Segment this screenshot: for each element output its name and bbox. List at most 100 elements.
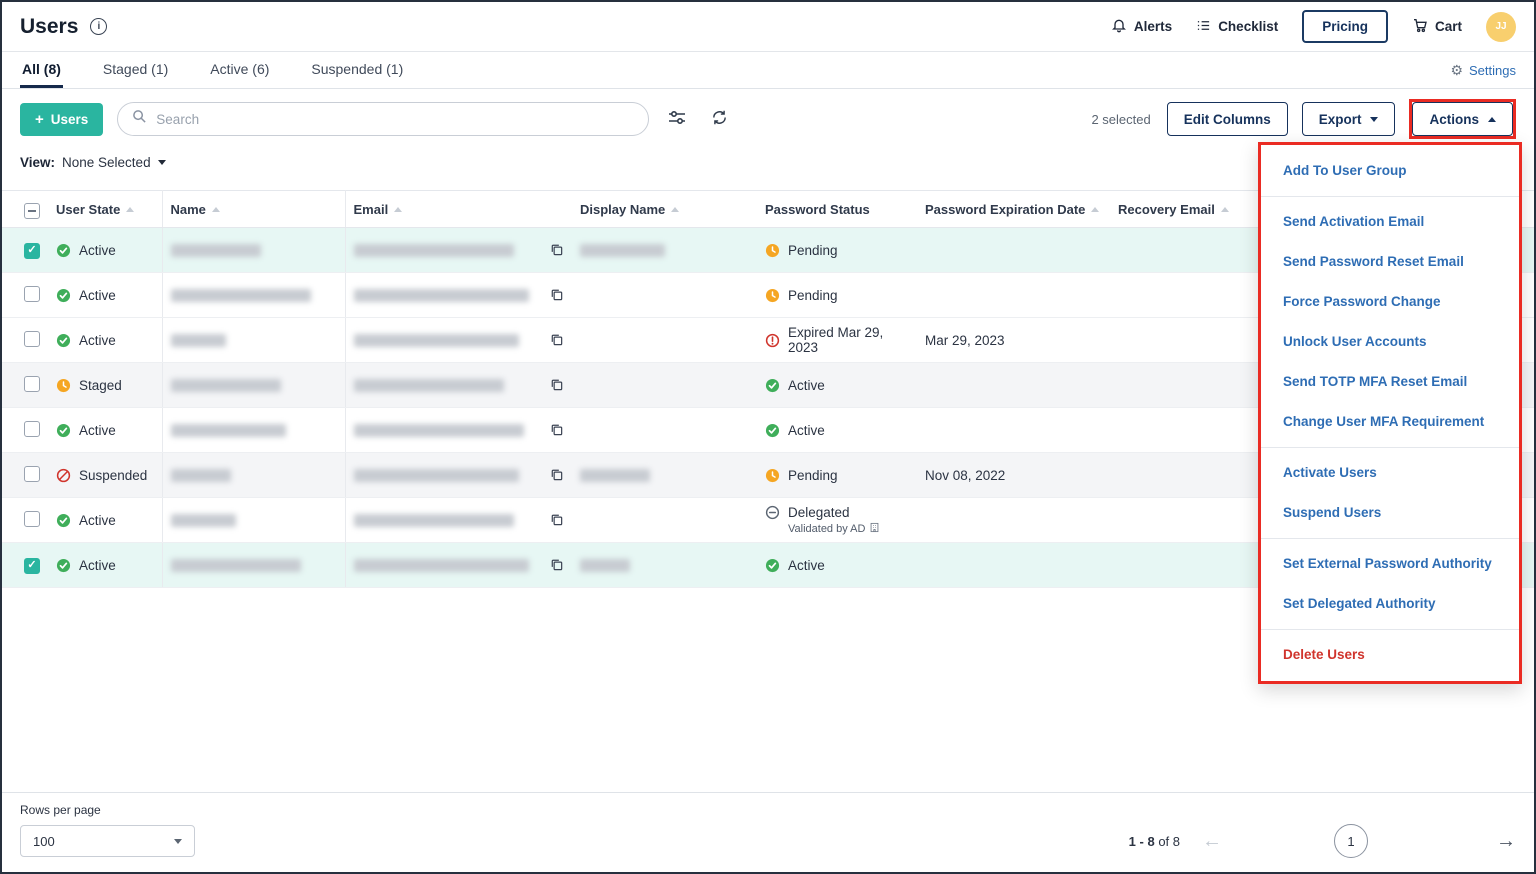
copy-icon[interactable] bbox=[546, 285, 566, 305]
pagination: 1 - 8 of 8 ← 1 → bbox=[1129, 824, 1516, 858]
row-checkbox[interactable] bbox=[24, 331, 40, 347]
password-status-label: Active bbox=[788, 558, 825, 573]
column-header[interactable]: User State bbox=[48, 191, 162, 228]
actions-menu-item[interactable]: Change User MFA Requirement bbox=[1261, 402, 1519, 442]
redacted-email bbox=[354, 469, 519, 482]
actions-menu-item[interactable]: Unlock User Accounts bbox=[1261, 322, 1519, 362]
refresh-button[interactable] bbox=[705, 105, 733, 133]
tab-active[interactable]: Active (6) bbox=[208, 52, 271, 88]
current-page-indicator[interactable]: 1 bbox=[1334, 824, 1368, 858]
tab-suspended[interactable]: Suspended (1) bbox=[309, 52, 405, 88]
password-status-subtext: Validated by AD bbox=[788, 522, 909, 536]
filter-sliders-icon bbox=[668, 110, 686, 129]
row-checkbox[interactable] bbox=[24, 511, 40, 527]
select-all-checkbox[interactable] bbox=[24, 203, 40, 219]
sort-caret-icon bbox=[394, 207, 402, 212]
actions-menu-item[interactable]: Activate Users bbox=[1261, 453, 1519, 493]
active-status-icon bbox=[765, 423, 780, 438]
row-checkbox[interactable] bbox=[24, 286, 40, 302]
expired-status-icon bbox=[765, 333, 780, 348]
redacted-name bbox=[171, 379, 281, 392]
cart-icon bbox=[1412, 17, 1428, 36]
actions-button-annotation: Actions bbox=[1409, 99, 1516, 139]
row-checkbox[interactable] bbox=[24, 376, 40, 392]
actions-menu-item[interactable]: Send TOTP MFA Reset Email bbox=[1261, 362, 1519, 402]
alerts-label: Alerts bbox=[1134, 19, 1172, 34]
checklist-icon bbox=[1196, 18, 1211, 36]
actions-menu-item[interactable]: Delete Users bbox=[1261, 635, 1519, 675]
checklist-button[interactable]: Checklist bbox=[1196, 18, 1278, 36]
tab-staged[interactable]: Staged (1) bbox=[101, 52, 170, 88]
row-checkbox[interactable] bbox=[24, 558, 40, 574]
search-input[interactable] bbox=[156, 112, 634, 127]
prev-page-button[interactable]: ← bbox=[1202, 831, 1222, 851]
actions-menu-item[interactable]: Set External Password Authority bbox=[1261, 544, 1519, 584]
actions-menu-item[interactable]: Suspend Users bbox=[1261, 493, 1519, 533]
menu-divider bbox=[1261, 629, 1519, 630]
copy-icon[interactable] bbox=[546, 375, 566, 395]
pricing-button[interactable]: Pricing bbox=[1302, 10, 1388, 43]
view-value[interactable]: None Selected bbox=[62, 155, 151, 170]
add-users-button[interactable]: + Users bbox=[20, 103, 103, 136]
redacted-display-name bbox=[580, 469, 650, 482]
top-nav: Alerts Checklist Pricing Cart JJ bbox=[1111, 10, 1516, 43]
filter-button[interactable] bbox=[663, 105, 691, 133]
copy-icon[interactable] bbox=[546, 555, 566, 575]
avatar[interactable]: JJ bbox=[1486, 12, 1516, 42]
settings-label: Settings bbox=[1469, 63, 1516, 78]
sort-caret-icon bbox=[671, 207, 679, 212]
row-checkbox[interactable] bbox=[24, 421, 40, 437]
column-header-label: Password Expiration Date bbox=[925, 202, 1085, 217]
chevron-down-icon bbox=[1370, 117, 1378, 122]
redacted-email bbox=[354, 244, 514, 257]
rows-per-page-select[interactable]: 100 bbox=[20, 825, 195, 857]
column-header-label: User State bbox=[56, 202, 120, 217]
cart-button[interactable]: Cart bbox=[1412, 17, 1462, 36]
edit-columns-label: Edit Columns bbox=[1184, 112, 1271, 127]
column-header[interactable]: Password Status bbox=[757, 191, 917, 228]
actions-button[interactable]: Actions bbox=[1412, 102, 1513, 136]
export-label: Export bbox=[1319, 112, 1362, 127]
gear-icon: ⚙ bbox=[1450, 62, 1463, 79]
column-header[interactable]: Name bbox=[162, 191, 345, 228]
info-icon[interactable]: i bbox=[90, 18, 107, 35]
plus-icon: + bbox=[35, 112, 44, 127]
actions-label: Actions bbox=[1429, 112, 1479, 127]
chevron-down-icon[interactable] bbox=[158, 160, 166, 165]
actions-menu-item[interactable]: Send Activation Email bbox=[1261, 202, 1519, 242]
pending-status-icon bbox=[765, 468, 780, 483]
search-box[interactable] bbox=[117, 102, 649, 136]
actions-menu-item[interactable]: Add To User Group bbox=[1261, 151, 1519, 191]
column-header[interactable]: Password Expiration Date bbox=[917, 191, 1110, 228]
password-status-label: Active bbox=[788, 423, 825, 438]
column-header[interactable]: Email bbox=[345, 191, 538, 228]
copy-icon[interactable] bbox=[546, 510, 566, 530]
actions-menu-item[interactable]: Send Password Reset Email bbox=[1261, 242, 1519, 282]
copy-icon[interactable] bbox=[546, 420, 566, 440]
search-icon bbox=[132, 109, 147, 129]
column-header-label: Recovery Email bbox=[1118, 202, 1215, 217]
actions-menu-item[interactable]: Set Delegated Authority bbox=[1261, 584, 1519, 624]
export-button[interactable]: Export bbox=[1302, 102, 1396, 136]
tab-all[interactable]: All (8) bbox=[20, 52, 63, 88]
pending-status-icon bbox=[765, 288, 780, 303]
add-users-label: Users bbox=[51, 112, 89, 127]
column-header[interactable]: Display Name bbox=[572, 191, 757, 228]
user-state-label: Active bbox=[79, 243, 116, 258]
password-status-label: Active bbox=[788, 378, 825, 393]
next-page-button[interactable]: → bbox=[1496, 831, 1516, 851]
password-status-label: Pending bbox=[788, 243, 838, 258]
redacted-email bbox=[354, 424, 524, 437]
row-checkbox[interactable] bbox=[24, 243, 40, 259]
settings-link[interactable]: ⚙ Settings bbox=[1450, 62, 1516, 79]
user-state-label: Active bbox=[79, 513, 116, 528]
edit-columns-button[interactable]: Edit Columns bbox=[1167, 102, 1288, 136]
checklist-label: Checklist bbox=[1218, 19, 1278, 34]
copy-icon[interactable] bbox=[546, 240, 566, 260]
row-checkbox[interactable] bbox=[24, 466, 40, 482]
actions-menu-item[interactable]: Force Password Change bbox=[1261, 282, 1519, 322]
alerts-button[interactable]: Alerts bbox=[1111, 17, 1172, 36]
redacted-name bbox=[171, 514, 236, 527]
copy-icon[interactable] bbox=[546, 330, 566, 350]
copy-icon[interactable] bbox=[546, 465, 566, 485]
